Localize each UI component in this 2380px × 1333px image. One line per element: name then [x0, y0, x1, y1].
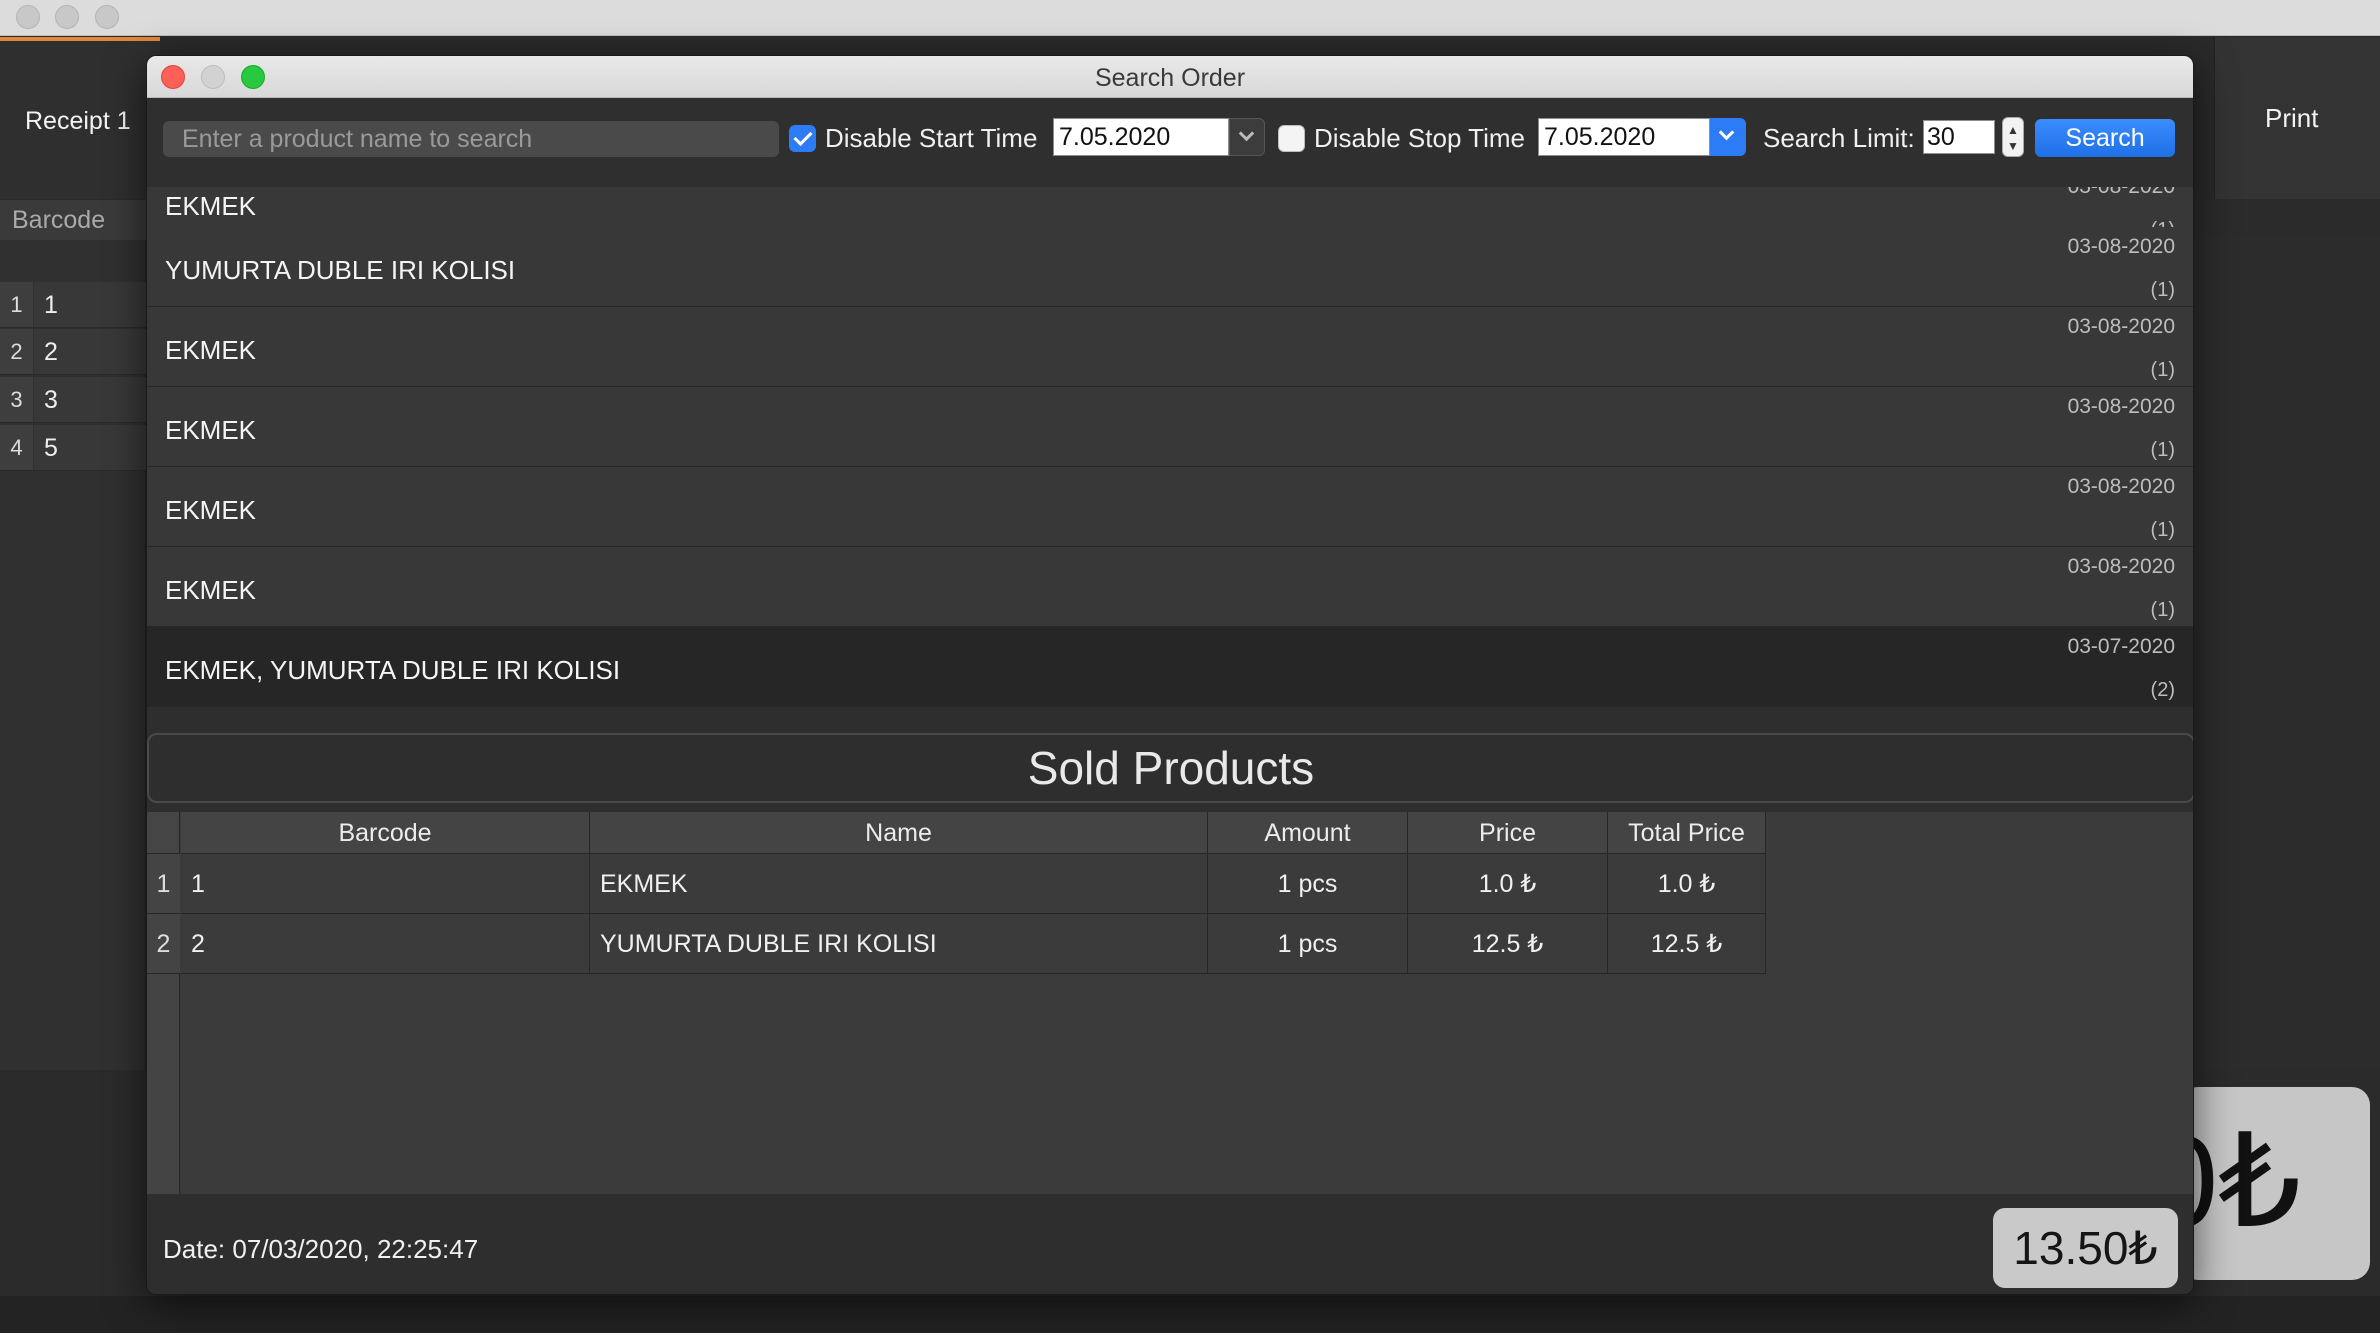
order-list-item[interactable]: EKMEK 03-08-2020 (1)	[147, 307, 2193, 387]
column-header-name[interactable]: Name	[590, 812, 1208, 854]
column-header-barcode[interactable]: Barcode	[181, 812, 590, 854]
order-date: 03-08-2020	[2067, 235, 2175, 258]
row-header-column	[147, 974, 180, 1194]
receipt-row-barcode[interactable]: 3	[34, 377, 146, 423]
stop-date-dropdown-button[interactable]	[1710, 118, 1746, 156]
search-limit-input[interactable]: 30	[1923, 120, 1995, 154]
main-total-card: 0₺	[2180, 1087, 2370, 1280]
main-close-button[interactable]	[16, 5, 40, 29]
receipt-row-header[interactable]: 4	[0, 425, 33, 471]
order-products: YUMURTA DUBLE IRI KOLISI	[165, 255, 516, 285]
order-list-item[interactable]: EKMEK 03-08-2020 (1)	[147, 547, 2193, 627]
table-corner[interactable]	[147, 812, 180, 854]
cell-price[interactable]: 12.5 ₺	[1408, 914, 1608, 974]
order-datetime: Date: 07/03/2020, 22:25:47	[163, 1234, 479, 1264]
product-search-input[interactable]	[163, 121, 779, 157]
order-date: 03-08-2020	[2068, 187, 2175, 199]
receipt-row-header[interactable]: 2	[0, 329, 33, 375]
main-window-titlebar	[0, 0, 2380, 36]
search-order-dialog: Search Order Disable Start Time 7.05.202…	[146, 55, 2194, 1295]
order-item-count: (1)	[2150, 519, 2175, 541]
order-products: EKMEK	[165, 415, 257, 445]
receipt-row-header[interactable]: 3	[0, 377, 33, 423]
cell-barcode[interactable]: 1	[181, 854, 590, 914]
cell-total-price[interactable]: 1.0 ₺	[1608, 854, 1766, 914]
cell-name[interactable]: YUMURTA DUBLE IRI KOLISI	[590, 914, 1208, 974]
tab-receipt-label: Receipt 1	[25, 107, 131, 135]
cell-amount[interactable]: 1 pcs	[1208, 914, 1408, 974]
main-right-panel	[2194, 238, 2380, 1070]
cell-price[interactable]: 1.0 ₺	[1408, 854, 1608, 914]
cell-barcode[interactable]: 2	[181, 914, 590, 974]
chevron-down-icon[interactable]: ▼	[2003, 140, 2023, 152]
order-list-item[interactable]: EKMEK 03-08-2020 (1)	[147, 387, 2193, 467]
receipt-table-header-barcode[interactable]: Barcode	[0, 200, 146, 240]
receipt-row-header[interactable]: 1	[0, 282, 33, 328]
start-date-dropdown-button[interactable]	[1229, 118, 1265, 156]
main-zoom-button[interactable]	[95, 5, 119, 29]
tab-receipt-1[interactable]: Receipt 1	[0, 37, 160, 199]
order-date: 03-08-2020	[2067, 315, 2175, 338]
search-limit-stepper[interactable]: ▲ ▼	[2002, 117, 2024, 157]
order-item-count: (1)	[2150, 279, 2175, 301]
order-item-count: (1)	[2150, 359, 2175, 381]
main-bottom-bar	[0, 1296, 2380, 1333]
chevron-down-icon	[1238, 125, 1255, 142]
row-header[interactable]: 1	[147, 854, 180, 914]
order-date: 03-07-2020	[2067, 635, 2175, 658]
order-item-count: (1)	[2150, 599, 2175, 621]
column-header-price[interactable]: Price	[1408, 812, 1608, 854]
column-header-amount[interactable]: Amount	[1208, 812, 1408, 854]
order-list-item-selected[interactable]: EKMEK, YUMURTA DUBLE IRI KOLISI 03-07-20…	[147, 627, 2193, 707]
column-header-total-price[interactable]: Total Price	[1608, 812, 1766, 854]
order-products: EKMEK	[165, 495, 257, 525]
receipt-row-barcode[interactable]: 2	[34, 329, 146, 375]
disable-start-time-checkbox[interactable]	[789, 125, 816, 152]
order-item-count: (1)	[2150, 439, 2175, 461]
row-header[interactable]: 2	[147, 914, 180, 974]
sold-products-table[interactable]: Barcode Name Amount Price Total Price 1 …	[147, 812, 2193, 1194]
start-date-field[interactable]: 7.05.2020	[1053, 118, 1229, 156]
disable-start-time-label[interactable]: Disable Start Time	[825, 123, 1037, 154]
print-label: Print	[2265, 103, 2319, 133]
order-products: EKMEK	[165, 191, 257, 221]
print-button[interactable]: Print	[2214, 37, 2380, 199]
disable-stop-time-checkbox[interactable]	[1278, 125, 1305, 152]
cell-total-price[interactable]: 12.5 ₺	[1608, 914, 1766, 974]
dialog-title: Search Order	[1094, 64, 1246, 92]
main-minimize-button[interactable]	[55, 5, 79, 29]
dialog-titlebar: Search Order	[147, 56, 2193, 98]
order-list[interactable]: EKMEK 03-08-2020 (1) YUMURTA DUBLE IRI K…	[147, 187, 2193, 783]
sold-products-title: Sold Products	[1027, 742, 1315, 794]
main-total-value: 0₺	[2180, 1108, 2302, 1254]
receipt-row-barcode[interactable]: 5	[34, 425, 146, 471]
search-limit-label: Search Limit:	[1763, 123, 1915, 153]
chevron-down-icon	[1718, 124, 1735, 141]
order-total: 13.50₺	[1993, 1208, 2178, 1288]
cell-name[interactable]: EKMEK	[590, 854, 1208, 914]
order-date: 03-08-2020	[2067, 475, 2175, 498]
search-button[interactable]: Search	[2035, 119, 2175, 157]
search-toolbar: Disable Start Time 7.05.2020 Disable Sto…	[147, 98, 2193, 187]
order-date: 03-08-2020	[2067, 555, 2175, 578]
order-list-item[interactable]: YUMURTA DUBLE IRI KOLISI 03-08-2020 (1)	[147, 227, 2193, 307]
chevron-up-icon[interactable]: ▲	[2003, 124, 2023, 136]
stop-date-field[interactable]: 7.05.2020	[1538, 118, 1710, 156]
sold-products-header: Sold Products	[147, 733, 2193, 803]
dialog-footer: Date: 07/03/2020, 22:25:47 13.50₺	[147, 1194, 2193, 1294]
cell-amount[interactable]: 1 pcs	[1208, 854, 1408, 914]
order-item-count: (2)	[2150, 679, 2175, 701]
order-date: 03-08-2020	[2067, 395, 2175, 418]
order-products: EKMEK	[165, 335, 257, 365]
order-list-item[interactable]: EKMEK 03-08-2020 (1)	[147, 467, 2193, 547]
receipt-row-barcode[interactable]: 1	[34, 282, 146, 328]
order-products: EKMEK, YUMURTA DUBLE IRI KOLISI	[165, 655, 621, 685]
order-products: EKMEK	[165, 575, 257, 605]
disable-stop-time-label[interactable]: Disable Stop Time	[1314, 123, 1525, 154]
